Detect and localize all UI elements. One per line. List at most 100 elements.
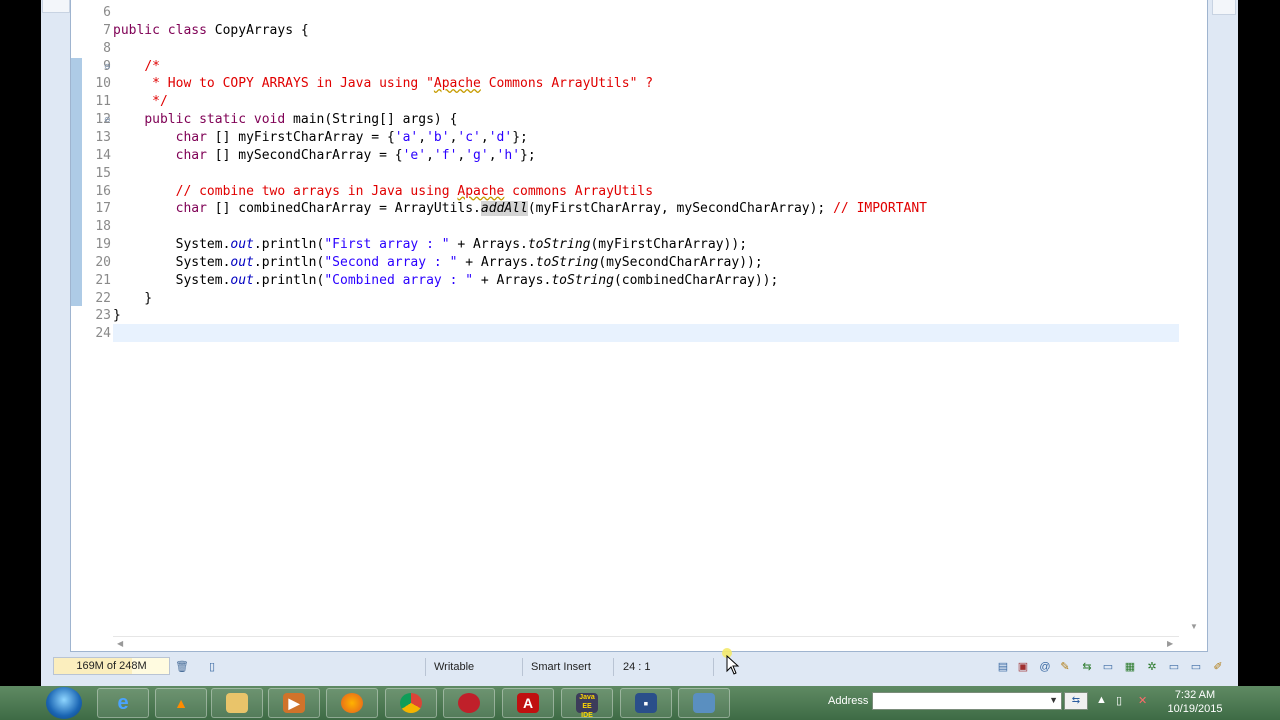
taskbar-eclipse[interactable]: Java EE IDE: [561, 688, 613, 719]
window-icon-2[interactable]: ▭: [1189, 660, 1203, 674]
hierarchy-icon[interactable]: ⇆: [1080, 660, 1094, 674]
taskbar-vlc[interactable]: ▲: [155, 688, 207, 718]
code-line[interactable]: System.out.println("First array : " + Ar…: [113, 236, 747, 254]
tray-expand-icon[interactable]: ▲: [1096, 694, 1107, 706]
line-number: 20: [95, 254, 111, 270]
code-line[interactable]: */: [113, 93, 168, 111]
left-panel-stub[interactable]: [42, 0, 70, 13]
line-number: 21: [95, 272, 111, 288]
address-label: Address: [828, 695, 869, 707]
at-icon[interactable]: @: [1038, 660, 1052, 674]
taskbar-ie[interactable]: e: [97, 688, 149, 718]
taskbar-explorer[interactable]: [211, 688, 263, 718]
separator: [613, 658, 614, 676]
code-line[interactable]: /*: [113, 58, 160, 76]
redapp-icon: [458, 693, 480, 713]
javaee-ide-icon: Java EE IDE: [576, 693, 598, 719]
code-line[interactable]: System.out.println("Second array : " + A…: [113, 254, 763, 272]
quick-access-icon[interactable]: ▯: [205, 660, 219, 674]
line-number: 24: [95, 326, 111, 342]
editor-top-strip: [71, 0, 1207, 4]
writable-status: Writable: [434, 661, 475, 673]
taskbar-save-app[interactable]: ▪: [620, 688, 672, 718]
address-go-button[interactable]: ⇆: [1064, 692, 1088, 710]
line-number: 10: [95, 76, 111, 92]
save-app-icon: ▪: [635, 693, 657, 713]
line-number: 19: [95, 237, 111, 253]
picture-icon: [693, 693, 715, 713]
map-icon[interactable]: ▦: [1123, 660, 1137, 674]
pen-icon[interactable]: ✐: [1211, 660, 1225, 674]
java-editor[interactable]: 6 7 8 9 ⊖ 10 11 12 ⊖ 13 14 15 16 17 18 19 20 21 22 23 24 pub…: [70, 0, 1208, 652]
separator: [713, 658, 714, 676]
console-icon[interactable]: ▭: [1101, 660, 1115, 674]
heap-status[interactable]: 169M of 248M: [53, 657, 170, 675]
settings-icon[interactable]: ✲: [1145, 660, 1159, 674]
address-input[interactable]: ▼: [872, 692, 1062, 710]
line-number: 16: [95, 183, 111, 199]
code-line[interactable]: System.out.println("Combined array : " +…: [113, 272, 779, 290]
letterbox-right: [1238, 0, 1280, 686]
taskbar-red-app[interactable]: [443, 688, 495, 718]
system-clock[interactable]: 7:32 AM 10/19/2015: [1160, 688, 1230, 716]
insert-mode-status: Smart Insert: [531, 661, 591, 673]
taskbar-firefox[interactable]: [326, 688, 378, 718]
acrobat-icon: A: [517, 693, 539, 713]
scroll-down-arrow[interactable]: ▼: [1190, 622, 1198, 631]
code-line[interactable]: * How to COPY ARRAYS in Java using "Apac…: [113, 75, 653, 93]
clock-date: 10/19/2015: [1167, 703, 1223, 715]
mouse-pointer-icon: [726, 655, 740, 675]
taskbar-acrobat[interactable]: A: [502, 688, 554, 718]
cursor-position: 24 : 1: [623, 661, 651, 673]
scroll-right-arrow[interactable]: ▶: [1167, 639, 1173, 648]
network-icon[interactable]: ▯: [1116, 694, 1122, 707]
line-number: 15: [95, 165, 111, 181]
separator: [425, 658, 426, 676]
volume-muted-icon[interactable]: ✕: [1138, 694, 1147, 707]
status-bar: 169M of 248M 🗑 ▯ Writable Smart Insert 2…: [41, 652, 1238, 686]
line-number: 6: [103, 5, 111, 20]
line-number: 13: [95, 129, 111, 145]
window-icon[interactable]: ▭: [1167, 660, 1181, 674]
code-line[interactable]: }: [113, 307, 121, 325]
line-number: 18: [95, 219, 111, 235]
toolbar-icon-1[interactable]: ▤: [996, 660, 1010, 674]
chrome-icon: [400, 693, 422, 713]
code-line[interactable]: char [] mySecondCharArray = {'e','f','g'…: [113, 147, 536, 165]
chevron-down-icon[interactable]: ▼: [1049, 695, 1058, 705]
start-button[interactable]: [46, 687, 82, 719]
gc-trash-icon[interactable]: 🗑: [175, 660, 189, 674]
horizontal-scrollbar[interactable]: ◀ ▶: [113, 636, 1179, 651]
media-icon: ▶: [283, 693, 305, 713]
code-line[interactable]: char [] combinedCharArray = ArrayUtils.a…: [113, 200, 927, 218]
javadoc-icon[interactable]: ✎: [1058, 660, 1072, 674]
overview-ruler[interactable]: ▼: [1180, 0, 1207, 636]
line-number: 14: [95, 147, 111, 163]
ie-icon: e: [117, 692, 129, 714]
fold-collapse-icon[interactable]: ⊖: [104, 115, 111, 124]
code-line[interactable]: char [] myFirstCharArray = {'a','b','c',…: [113, 129, 528, 147]
code-line[interactable]: public class CopyArrays {: [113, 22, 309, 40]
line-number: 23: [95, 308, 111, 324]
heap-label: 169M of 248M: [76, 660, 147, 672]
line-number: 11: [95, 94, 111, 110]
line-number: 8: [103, 40, 111, 56]
line-number: 7: [103, 22, 111, 38]
taskbar-picture[interactable]: [678, 688, 730, 718]
vlc-icon: ▲: [174, 695, 188, 711]
taskbar-media[interactable]: ▶: [268, 688, 320, 718]
current-line-highlight: [113, 324, 1179, 342]
toolbar-icon-2[interactable]: ▣: [1016, 660, 1030, 674]
fold-collapse-icon[interactable]: ⊖: [104, 62, 111, 71]
separator: [522, 658, 523, 676]
code-line[interactable]: }: [113, 290, 152, 308]
right-panel-stub[interactable]: [1212, 0, 1236, 15]
code-line[interactable]: public static void main(String[] args) {: [113, 111, 457, 129]
letterbox-left: [0, 0, 41, 686]
folder-icon: [226, 693, 248, 713]
taskbar-chrome[interactable]: [385, 688, 437, 718]
firefox-icon: [341, 693, 363, 713]
line-number-ruler: 6 7 8 9 ⊖ 10 11 12 ⊖ 13 14 15 16 17 18 19 20 21 22 23 24: [71, 0, 111, 636]
code-line[interactable]: // combine two arrays in Java using Apac…: [113, 183, 653, 201]
scroll-left-arrow[interactable]: ◀: [117, 639, 123, 648]
